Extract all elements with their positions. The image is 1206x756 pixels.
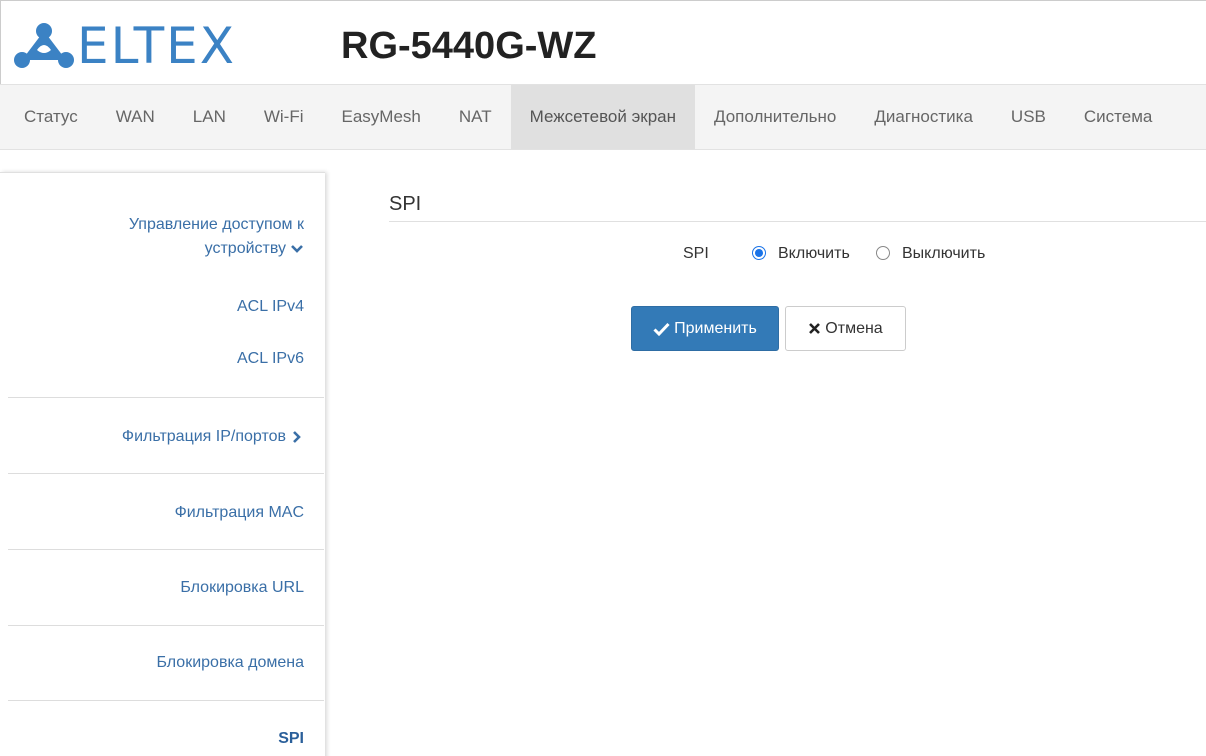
page-title: SPI bbox=[389, 193, 422, 215]
sidebar-divider bbox=[8, 549, 324, 550]
nav-tab-status[interactable]: Статус bbox=[0, 85, 97, 149]
nav-tab-wifi[interactable]: Wi-Fi bbox=[245, 85, 323, 149]
nav-tab-wan[interactable]: WAN bbox=[97, 85, 174, 149]
sidebar-divider bbox=[8, 700, 324, 701]
brand-name: ELTEX bbox=[77, 17, 236, 75]
close-icon bbox=[809, 323, 821, 334]
cancel-button-label: Отмена bbox=[825, 319, 883, 337]
nav-tab-lan[interactable]: LAN bbox=[174, 85, 245, 149]
nav-tab-advanced[interactable]: Дополнительно bbox=[695, 85, 855, 149]
spi-disable-label[interactable]: Выключить bbox=[902, 245, 985, 263]
eltex-logo-icon bbox=[14, 23, 74, 68]
chevron-down-icon bbox=[291, 244, 303, 253]
spi-disable-radio[interactable] bbox=[876, 246, 890, 260]
chevron-right-icon bbox=[293, 430, 301, 443]
nav-tab-usb[interactable]: USB bbox=[992, 85, 1065, 149]
sidebar-item-label: устройству bbox=[204, 240, 286, 257]
brand-logo: ELTEX bbox=[13, 21, 236, 71]
apply-button-label: Применить bbox=[674, 319, 757, 337]
main-nav: Статус WAN LAN Wi-Fi EasyMesh NAT Межсет… bbox=[0, 84, 1206, 150]
check-icon bbox=[653, 322, 670, 336]
sidebar-item-ip-port-filter[interactable]: Фильтрация IP/портов bbox=[122, 428, 304, 446]
spi-enable-label[interactable]: Включить bbox=[778, 245, 850, 263]
sidebar-item-domain-block[interactable]: Блокировка домена bbox=[156, 654, 304, 672]
spi-field-label: SPI bbox=[683, 245, 709, 262]
nav-tab-diagnostics[interactable]: Диагностика bbox=[855, 85, 992, 149]
title-divider bbox=[389, 221, 1206, 222]
sidebar-item-url-block[interactable]: Блокировка URL bbox=[180, 579, 304, 597]
cancel-button[interactable]: Отмена bbox=[785, 306, 906, 351]
sidebar-divider bbox=[8, 397, 324, 398]
sidebar-item-label: Фильтрация IP/портов bbox=[121, 428, 286, 445]
sidebar-divider bbox=[8, 473, 324, 474]
sidebar: Управление доступом к устройству ACL IPv… bbox=[0, 172, 325, 756]
app-header: ELTEX RG-5440G-WZ bbox=[0, 0, 1206, 84]
sidebar-item-acl-ipv4[interactable]: ACL IPv4 bbox=[237, 298, 304, 316]
spi-enable-radio[interactable] bbox=[752, 246, 766, 260]
sidebar-item-label-line2: устройству bbox=[129, 237, 304, 261]
sidebar-item-acl-ipv6[interactable]: ACL IPv6 bbox=[237, 350, 304, 368]
sidebar-item-spi[interactable]: SPI bbox=[278, 730, 304, 748]
apply-button[interactable]: Применить bbox=[631, 306, 779, 351]
nav-tab-easymesh[interactable]: EasyMesh bbox=[323, 85, 440, 149]
nav-tab-system[interactable]: Система bbox=[1065, 85, 1171, 149]
sidebar-item-mac-filter[interactable]: Фильтрация MAC bbox=[175, 504, 304, 522]
sidebar-divider bbox=[8, 625, 324, 626]
nav-tab-nat[interactable]: NAT bbox=[440, 85, 511, 149]
device-model: RG-5440G-WZ bbox=[341, 25, 597, 67]
nav-tab-firewall[interactable]: Межсетевой экран bbox=[510, 85, 695, 149]
sidebar-item-access-control[interactable]: Управление доступом к устройству bbox=[129, 213, 325, 261]
sidebar-item-label: Управление доступом к bbox=[128, 216, 304, 233]
